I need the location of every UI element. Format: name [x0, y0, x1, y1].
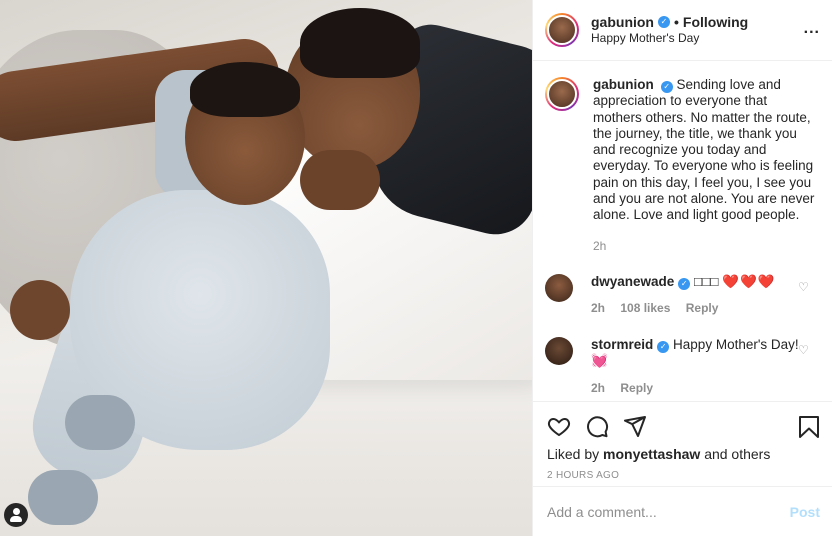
verified-badge-icon: ✓: [678, 277, 691, 290]
instagram-post: gabunion ✓ • Following Happy Mother's Da…: [0, 0, 832, 536]
comment-time[interactable]: 2h: [591, 301, 605, 315]
verified-badge-icon: ✓: [657, 340, 670, 353]
post-timestamp[interactable]: 2 HOURS AGO: [547, 470, 820, 481]
avatar[interactable]: [545, 13, 579, 47]
share-icon[interactable]: [623, 414, 647, 438]
avatar[interactable]: [545, 273, 573, 302]
separator-dot: •: [674, 14, 679, 30]
comments-list[interactable]: gabunion ✓ Sending love and appreciation …: [533, 61, 832, 401]
photo-sock: [65, 395, 135, 450]
location-link[interactable]: Happy Mother's Day: [591, 30, 748, 46]
reply-button[interactable]: Reply: [686, 301, 719, 315]
comment-text: Happy Mother's Day!: [673, 336, 799, 352]
post-photo[interactable]: [0, 0, 532, 536]
photo-mom-hand-left: [10, 280, 70, 340]
comment-text: □□□: [694, 273, 719, 289]
caption-time: 2h: [593, 238, 607, 253]
verified-badge-icon: ✓: [658, 16, 670, 28]
post-header: gabunion ✓ • Following Happy Mother's Da…: [533, 0, 832, 61]
reply-button[interactable]: Reply: [620, 381, 653, 395]
more-options-icon[interactable]: ...: [804, 20, 820, 38]
comment-time[interactable]: 2h: [591, 381, 605, 395]
comment-username[interactable]: stormreid: [591, 337, 653, 352]
comment-icon[interactable]: [585, 414, 609, 438]
caption: gabunion ✓ Sending love and appreciation …: [545, 77, 816, 254]
photo-mom-hand: [300, 150, 380, 210]
comment-like-heart-icon[interactable]: ♡: [798, 280, 810, 294]
post-actions: Liked by monyettashaw and others 2 HOURS…: [533, 401, 832, 486]
photo-baby-hair: [190, 62, 300, 117]
photo-mom-hair: [300, 8, 420, 78]
liked-by-prefix: Liked by: [547, 446, 600, 462]
comment-likes[interactable]: 108 likes: [620, 301, 670, 315]
header-username[interactable]: gabunion: [591, 14, 654, 30]
comment-like-heart-icon[interactable]: ♡: [798, 343, 810, 357]
caption-username[interactable]: gabunion: [593, 77, 654, 92]
like-heart-icon[interactable]: [547, 414, 571, 438]
comment-emoji: 💓: [591, 353, 608, 369]
header-text: gabunion ✓ • Following Happy Mother's Da…: [591, 14, 748, 46]
avatar[interactable]: [545, 336, 573, 365]
photo-sock: [28, 470, 98, 525]
post-sidebar: gabunion ✓ • Following Happy Mother's Da…: [532, 0, 832, 536]
comment-item: dwyanewade ✓ □□□ ❤️❤️❤️ 2h 108 likes Repl…: [545, 273, 816, 317]
post-comment-button[interactable]: Post: [790, 504, 820, 520]
bookmark-icon[interactable]: [798, 415, 820, 439]
verified-badge-icon: ✓: [660, 81, 673, 93]
comment-hearts: ❤️❤️❤️: [722, 273, 776, 289]
caption-text: Sending love and appreciation to everyon…: [593, 77, 815, 223]
comment-input[interactable]: [547, 503, 790, 520]
liked-by-suffix[interactable]: and others: [704, 446, 770, 462]
comment-username[interactable]: dwyanewade: [591, 274, 674, 289]
avatar[interactable]: [545, 77, 579, 111]
comment-composer: Post: [533, 486, 832, 536]
liked-by-user[interactable]: monyettashaw: [603, 446, 700, 462]
comment-item: stormreid ✓ Happy Mother's Day! 💓 2h Repl…: [545, 336, 816, 397]
likes-summary: Liked by monyettashaw and others: [547, 446, 820, 462]
following-button[interactable]: Following: [683, 14, 748, 30]
user-tag-icon[interactable]: [4, 503, 28, 527]
